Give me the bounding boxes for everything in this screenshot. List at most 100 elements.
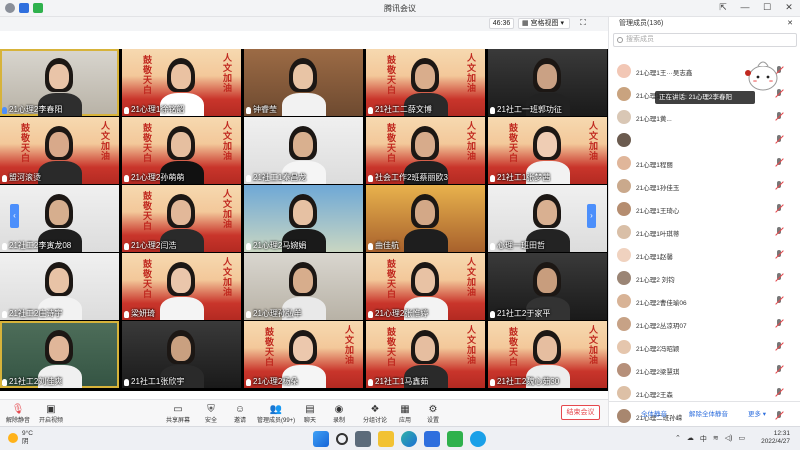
video-tile[interactable]: 21社工2于家平: [488, 253, 607, 320]
member-list-item[interactable]: 21心理1孙佳玉: [609, 176, 800, 199]
member-list-item[interactable]: 21心理2冯昭颖: [609, 337, 800, 360]
share-screen-button[interactable]: ▭ 共享屏幕: [166, 403, 190, 425]
minimize-button[interactable]: —: [734, 0, 756, 16]
record-button[interactable]: ◉ 录制: [333, 403, 345, 425]
member-list-item[interactable]: 21心理1黄...: [609, 107, 800, 130]
participant-face: [415, 132, 435, 157]
system-clock[interactable]: 12:31 2022/4/27: [761, 430, 790, 446]
member-list-item[interactable]: 21心理2丛凉玥07: [609, 314, 800, 337]
mic-muted-icon[interactable]: [775, 204, 784, 214]
maximize-button[interactable]: ☐: [756, 0, 778, 16]
mic-muted-icon[interactable]: [775, 273, 784, 283]
video-tile[interactable]: 鼓敬天白 人文加油 21心理2张惟婷: [366, 253, 485, 320]
apps-button[interactable]: ▦ 应用: [399, 403, 411, 425]
video-tile[interactable]: 鼓敬天白 人文加油 社会工作2班蔡丽欧3: [366, 117, 485, 184]
video-tile[interactable]: 曲佳航: [366, 185, 485, 252]
video-tile[interactable]: 鼓敬天白 人文加油 梁妍琦: [122, 253, 241, 320]
participant-face: [49, 200, 69, 225]
breakout-button[interactable]: ❖ 分组讨论: [363, 403, 387, 425]
mute-all-button[interactable]: 全体静音: [641, 408, 667, 418]
pin-icon[interactable]: ⇱: [712, 0, 734, 16]
participant-body: [282, 93, 326, 116]
cloud-icon[interactable]: ☁: [687, 434, 694, 444]
end-meeting-button[interactable]: 结束会议: [561, 405, 600, 420]
settings-button[interactable]: ⚙ 设置: [427, 403, 439, 425]
video-tile[interactable]: 21心理孙弘羊: [244, 253, 363, 320]
chevron-up-icon[interactable]: ⌃: [675, 434, 681, 444]
mute-button[interactable]: 🎙 解除静音: [6, 403, 30, 425]
member-list-item[interactable]: 21心理1赵馨: [609, 245, 800, 268]
member-list-item[interactable]: 21心理1叶琪蒂: [609, 222, 800, 245]
video-tile[interactable]: 21心理2马婉娟: [244, 185, 363, 252]
participant-name-text: 21心理1徐铭韶: [131, 105, 185, 114]
banner-text-right: 人文加油: [465, 53, 475, 93]
video-tile[interactable]: 鼓敬天白 人文加油 21社工2魏心茹30: [488, 321, 607, 388]
member-list-item[interactable]: 21心理2曹佳瑜06: [609, 291, 800, 314]
video-tile[interactable]: 21社工2刘佳爽: [0, 321, 119, 388]
member-list-item[interactable]: 21心理2 刘钧: [609, 268, 800, 291]
banner-text-right: 人文加油: [221, 189, 231, 229]
battery-icon[interactable]: ▭: [738, 434, 745, 444]
security-button[interactable]: ⛨ 安全: [205, 403, 217, 425]
mic-muted-icon[interactable]: [775, 158, 784, 168]
member-list-item[interactable]: 21心理2梁慧琪: [609, 360, 800, 383]
next-page-button[interactable]: ›: [587, 204, 596, 228]
video-tile[interactable]: 鼓敬天白 人文加油 21心理2闫浩: [122, 185, 241, 252]
wechat-icon[interactable]: [447, 431, 463, 447]
mic-muted-icon[interactable]: [775, 388, 784, 398]
video-tile[interactable]: 鼓敬天白 人文加油 21心理2杨朵: [244, 321, 363, 388]
mic-muted-icon[interactable]: [775, 112, 784, 122]
window-title: 腾讯会议: [384, 4, 416, 13]
member-list-item[interactable]: 21心理1王琦心: [609, 199, 800, 222]
tencent-meeting-icon[interactable]: [424, 431, 440, 447]
weather-widget[interactable]: 9°C 阴: [8, 430, 33, 446]
unmute-all-button[interactable]: 解除全体静音: [689, 408, 728, 418]
invite-button[interactable]: ☺ 邀请: [234, 403, 246, 425]
video-tile[interactable]: 鼓敬天白 人文加油 21社工二薛文博: [366, 49, 485, 116]
member-list-item[interactable]: 21心理1程丽: [609, 153, 800, 176]
close-icon[interactable]: ✕: [787, 17, 793, 31]
video-tile[interactable]: 鼓敬天白 人文加油 21心理2孙萌萌: [122, 117, 241, 184]
prev-page-button[interactable]: ‹: [10, 204, 19, 228]
video-tile[interactable]: 21社工1张欣宇: [122, 321, 241, 388]
member-list-item[interactable]: [609, 130, 800, 153]
mic-muted-icon[interactable]: [775, 296, 784, 306]
close-button[interactable]: ✕: [778, 0, 800, 16]
view-mode-dropdown[interactable]: ▦ 宫格视图 ▾: [518, 18, 570, 29]
video-tile[interactable]: 鼓敬天白 人文加油 21社工1马鑫茹: [366, 321, 485, 388]
qq-icon[interactable]: [470, 431, 486, 447]
windows-start-icon[interactable]: [313, 431, 329, 447]
mic-muted-icon[interactable]: [775, 342, 784, 352]
video-tile[interactable]: 钟睿莹: [244, 49, 363, 116]
participant-name-text: 21心理2孙萌萌: [131, 173, 185, 182]
video-tile[interactable]: 鼓敬天白 人文加油 21心理1徐铭韶: [122, 49, 241, 116]
mic-muted-icon[interactable]: [775, 250, 784, 260]
member-search-input[interactable]: 搜索成员: [613, 33, 797, 47]
video-tile[interactable]: 鼓敬天白 人文加油 21社工1张梦茜: [488, 117, 607, 184]
more-button[interactable]: 更多 ▾: [748, 408, 766, 418]
video-tile[interactable]: 鼓敬天白 人文加油 盟河滚烫: [0, 117, 119, 184]
manage-members-button[interactable]: 👥 管理成员(99+): [257, 403, 296, 425]
video-tile[interactable]: 21心理2李春阳: [0, 49, 119, 116]
search-icon[interactable]: [336, 433, 348, 445]
ime-icon[interactable]: 中: [700, 434, 707, 444]
video-tile[interactable]: 21社工一班郭功征: [488, 49, 607, 116]
video-tile[interactable]: 21社工2庄诗宇: [0, 253, 119, 320]
fullscreen-icon[interactable]: ⛶: [576, 18, 590, 29]
banner-text-left: 鼓敬天白: [385, 259, 395, 299]
mic-muted-icon[interactable]: [775, 319, 784, 329]
explorer-icon[interactable]: [378, 431, 394, 447]
task-view-icon[interactable]: [355, 431, 371, 447]
mic-muted-icon[interactable]: [775, 135, 784, 145]
mic-muted-icon[interactable]: [775, 181, 784, 191]
participant-face: [415, 336, 435, 361]
chat-button[interactable]: ▤ 聊天: [304, 403, 316, 425]
mic-muted-icon[interactable]: [775, 227, 784, 237]
volume-icon[interactable]: ◁): [725, 434, 733, 444]
video-tile[interactable]: 21社工1秦昌龙: [244, 117, 363, 184]
video-button[interactable]: ▣ 开启视频: [39, 403, 63, 425]
members-label: 管理成员(99+): [257, 418, 296, 424]
wifi-icon[interactable]: ≋: [713, 434, 719, 444]
mic-muted-icon[interactable]: [775, 365, 784, 375]
edge-icon[interactable]: [401, 431, 417, 447]
